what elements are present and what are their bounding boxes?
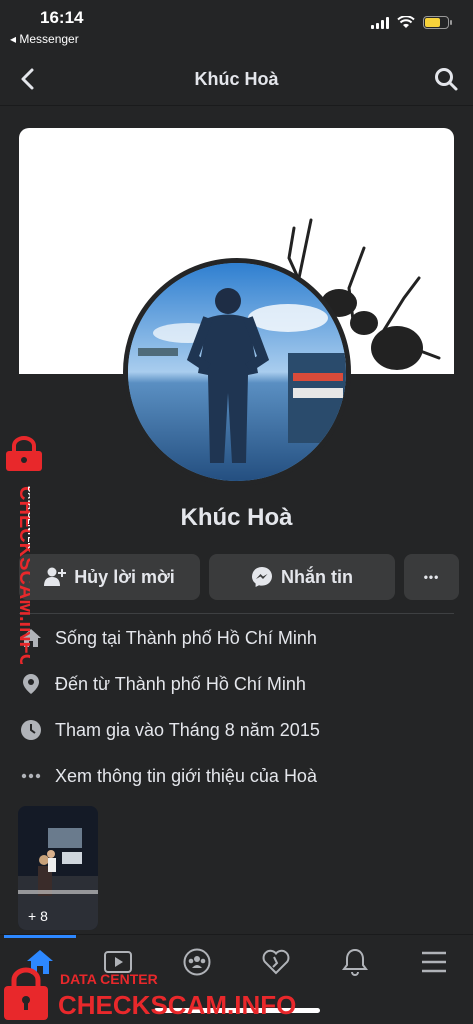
tab-notifications[interactable]	[335, 945, 375, 979]
menu-icon	[422, 951, 446, 973]
watermark-bottom: DATA CENTER CHECKSCAM.INFO	[4, 967, 296, 1020]
top-nav-bar: Khúc Hoà	[0, 54, 473, 106]
status-time: 16:14	[40, 8, 84, 27]
wifi-icon	[397, 16, 415, 28]
photo-count: + 8	[28, 908, 48, 924]
avatar-photo	[128, 263, 346, 481]
watermark-sub: DATA CENTER	[60, 971, 158, 987]
info-from: Đến từ Thành phố Hồ Chí Minh	[19, 672, 306, 696]
signal-icon	[371, 16, 389, 29]
watermark-brand: CHECKSCAM.INFO	[58, 990, 296, 1020]
info-joined: Tham gia vào Tháng 8 năm 2015	[19, 718, 320, 742]
message-label: Nhắn tin	[281, 566, 353, 587]
section-divider	[19, 613, 454, 614]
info-lives-in: Sống tại Thành phố Hồ Chí Minh	[19, 626, 317, 650]
info-see-about[interactable]: Xem thông tin giới thiệu của Hoà	[19, 764, 317, 788]
lives-place[interactable]: Thành phố Hồ Chí Minh	[126, 628, 317, 648]
messenger-icon	[252, 567, 272, 587]
watermark-lock-icon	[6, 436, 42, 471]
from-place[interactable]: Thành phố Hồ Chí Minh	[115, 674, 306, 694]
lives-prefix: Sống tại	[55, 627, 126, 648]
add-friend-icon	[44, 567, 67, 586]
notifications-icon	[342, 948, 368, 976]
status-bar: 16:14 ◂ Messenger	[0, 0, 473, 54]
see-about-text: Xem thông tin giới thiệu của Hoà	[55, 765, 317, 786]
more-options-button[interactable]: •••	[404, 554, 459, 600]
watermark-vertical: CHECKSCAM.INFO DATA CENTER	[15, 486, 30, 664]
back-to-messenger-link[interactable]: ◂ Messenger	[10, 32, 79, 46]
profile-name: Khúc Hoà	[180, 504, 293, 531]
status-icons	[371, 16, 452, 29]
tab-menu[interactable]	[414, 945, 454, 979]
active-tab-indicator	[4, 935, 76, 938]
location-pin-icon	[19, 672, 43, 696]
battery-icon	[423, 16, 452, 29]
more-dots-icon	[19, 764, 43, 788]
profile-avatar[interactable]	[123, 258, 351, 486]
clock-icon	[19, 718, 43, 742]
page-title: Khúc Hoà	[194, 69, 279, 89]
joined-text: Tham gia vào Tháng 8 năm 2015	[55, 719, 320, 740]
cancel-request-label: Hủy lời mời	[74, 566, 175, 587]
watermark-sub-vertical: DATA CENTER	[26, 486, 30, 549]
cancel-friend-request-button[interactable]: Hủy lời mời	[19, 554, 200, 600]
message-button[interactable]: Nhắn tin	[209, 554, 395, 600]
search-icon[interactable]	[433, 66, 459, 92]
more-icon: •••	[423, 570, 440, 584]
photos-thumbnail[interactable]: + 8	[18, 806, 98, 930]
from-prefix: Đến từ	[55, 673, 115, 694]
